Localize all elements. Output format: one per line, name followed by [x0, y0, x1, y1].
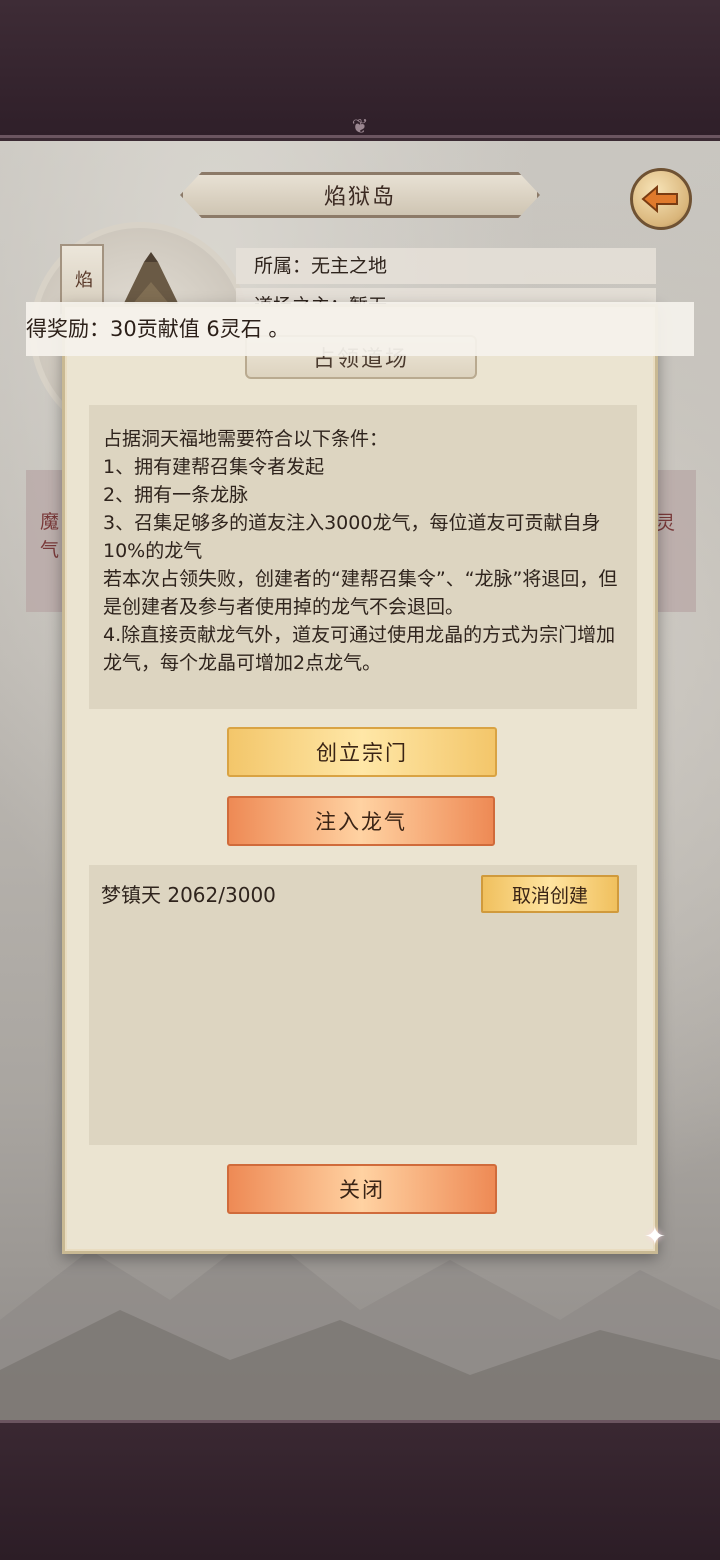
- create-sect-button[interactable]: 创立宗门: [227, 727, 497, 777]
- side-panel-right: [656, 470, 696, 612]
- close-button[interactable]: 关闭: [227, 1164, 497, 1214]
- occupy-dialog: 占领道场 占据洞天福地需要符合以下条件： 1、拥有建帮召集令者发起 2、拥有一条…: [62, 304, 658, 1254]
- back-button[interactable]: [630, 168, 692, 230]
- inject-dragon-qi-button[interactable]: 注入龙气: [227, 796, 495, 846]
- ornament-icon: ❦: [351, 114, 369, 138]
- bottom-bar: [0, 1420, 720, 1560]
- participants-panel: 梦镇天 2062/3000 取消创建: [89, 865, 637, 1145]
- cancel-create-button[interactable]: 取消创建: [481, 875, 619, 913]
- progress-text: 梦镇天 2062/3000: [101, 883, 276, 907]
- rules-line: 3、召集足够多的道友注入3000龙气，每位道友可贡献自身10%的龙气: [103, 512, 601, 562]
- rules-line: 2、拥有一条龙脉: [103, 484, 249, 506]
- rules-line: 若本次占领失败，创建者的“建帮召集令”、“龙脉”将退回，但是创建者及参与者使用掉…: [103, 568, 618, 618]
- side-right-text: 灵: [656, 512, 676, 534]
- rules-panel: 占据洞天福地需要符合以下条件： 1、拥有建帮召集令者发起 2、拥有一条龙脉 3、…: [89, 405, 637, 709]
- sparkle-icon: ✦: [644, 1222, 666, 1252]
- top-bar: ❦: [0, 0, 720, 138]
- rules-line: 1、拥有建帮召集令者发起: [103, 456, 325, 478]
- reward-toast: 得奖励：30贡献值 6灵石 。: [26, 302, 694, 356]
- location-title: 焰狱岛: [180, 172, 540, 218]
- side-left-text: 魔 气: [40, 511, 60, 561]
- owner-row: 所属：无主之地: [236, 248, 656, 284]
- rules-line: 占据洞天福地需要符合以下条件：: [103, 428, 389, 450]
- back-arrow-icon: [641, 184, 678, 214]
- rules-line: 4.除直接贡献龙气外，道友可通过使用龙晶的方式为宗门增加龙气，每个龙晶可增加2点…: [103, 624, 616, 674]
